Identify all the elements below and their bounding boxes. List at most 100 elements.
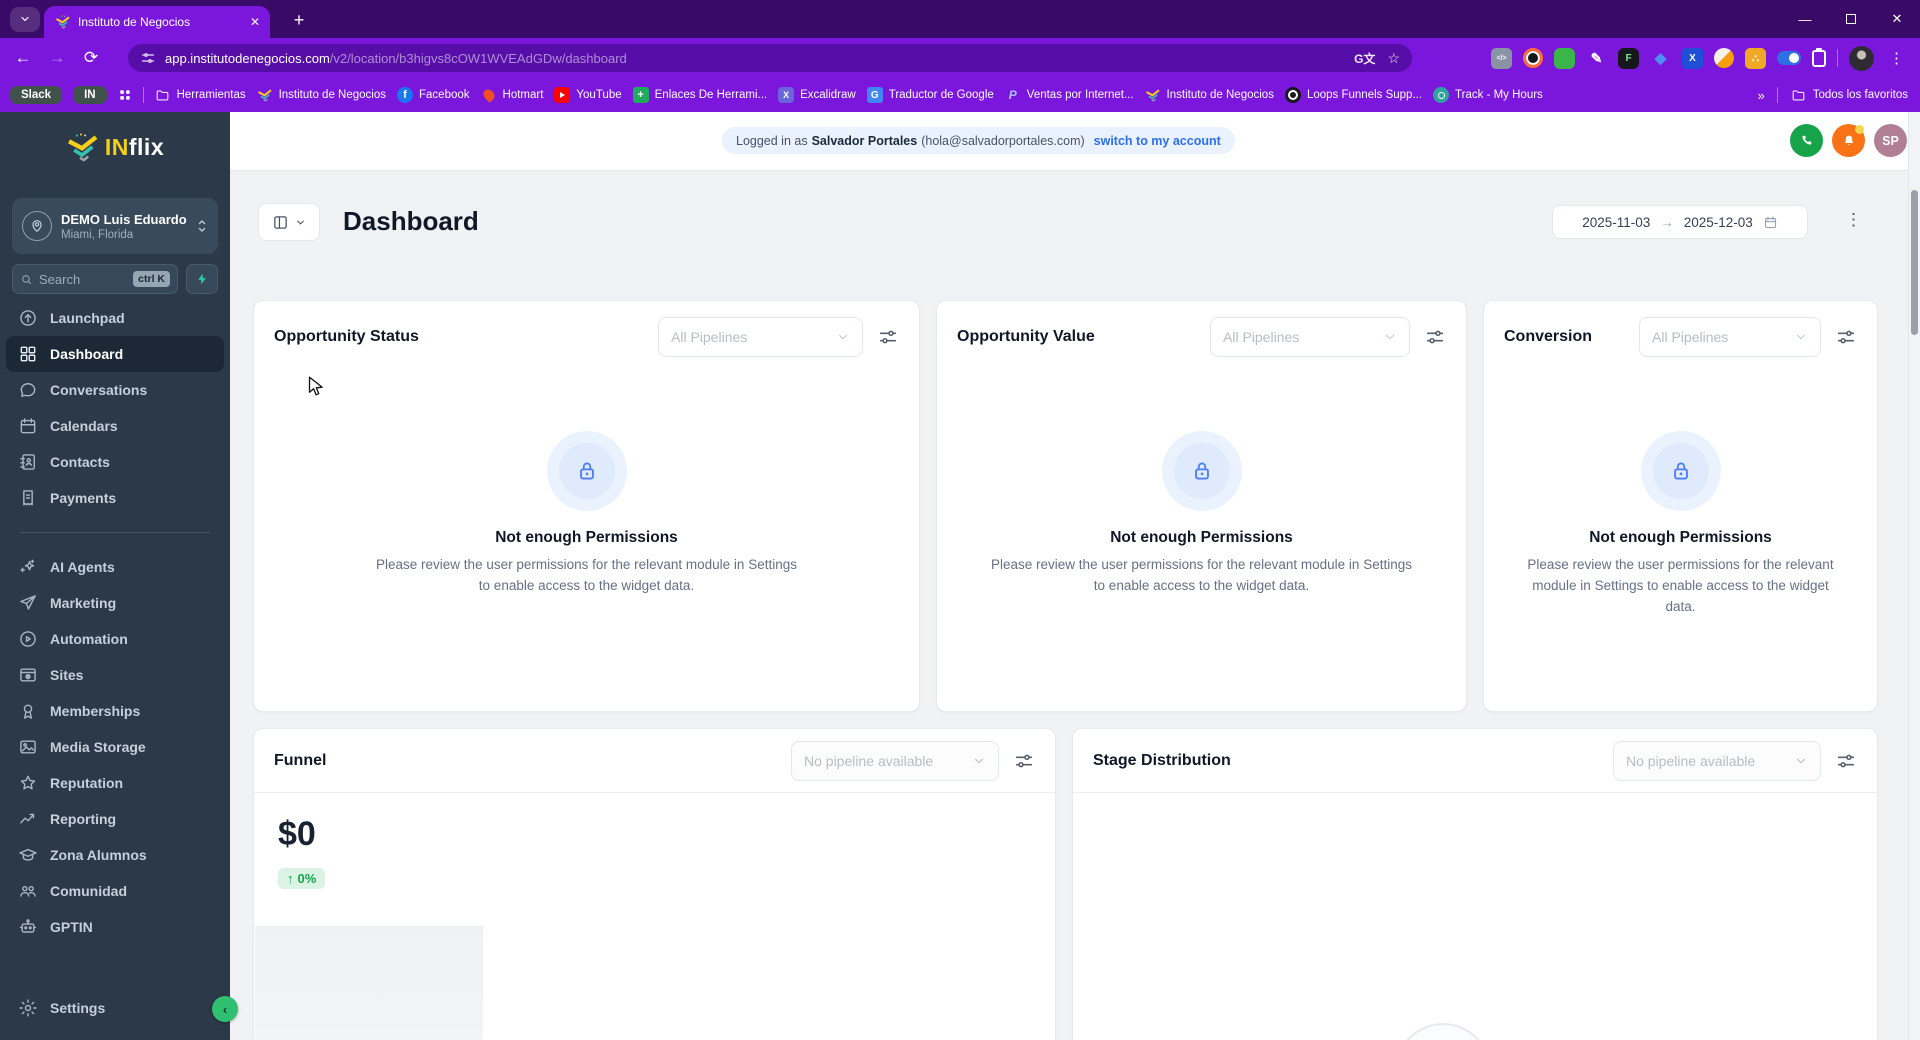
widget-settings-icon[interactable] <box>1835 750 1857 772</box>
extension-people-icon[interactable]: ∴ <box>1745 48 1766 69</box>
bookmark-item[interactable]: YouTube <box>554 87 621 103</box>
site-settings-icon[interactable] <box>140 50 156 66</box>
track-icon <box>1433 87 1449 103</box>
bookmark-star-icon[interactable]: ☆ <box>1387 50 1400 67</box>
extension-facet-icon[interactable]: F <box>1618 48 1639 69</box>
browser-menu-icon[interactable]: ⋮ <box>1885 49 1908 67</box>
sidebar-item-gptin[interactable]: GPTIN <box>6 909 224 945</box>
widget-settings-icon[interactable] <box>1013 750 1035 772</box>
sidebar-item-calendars[interactable]: Calendars <box>6 408 224 444</box>
extension-clipboard-icon[interactable] <box>1812 50 1826 67</box>
folder-icon <box>155 87 171 103</box>
browser-profile-avatar[interactable] <box>1849 46 1874 71</box>
lock-icon <box>1189 458 1215 484</box>
bookmark-item[interactable]: Loops Funnels Supp... <box>1285 87 1422 103</box>
notifications-button[interactable] <box>1832 124 1865 157</box>
window-close-button[interactable]: ✕ <box>1874 0 1920 38</box>
page-scrollbar[interactable] <box>1908 112 1920 1040</box>
sidebar-collapse-button[interactable]: ‹ <box>212 996 238 1022</box>
extension-wand-icon[interactable]: ✎ <box>1586 48 1607 69</box>
switch-account-link[interactable]: switch to my account <box>1094 134 1221 148</box>
sidebar-item-comunidad[interactable]: Comunidad <box>6 873 224 909</box>
widget-settings-icon[interactable] <box>877 326 899 348</box>
bookmarks-overflow-button[interactable]: » <box>1758 88 1764 103</box>
extension-toggle-icon[interactable] <box>1777 51 1801 65</box>
all-bookmarks-folder[interactable]: Todos los favoritos <box>1791 87 1908 103</box>
sidebar-item-settings[interactable]: Settings <box>6 990 224 1026</box>
extensions-area: </> ✎ F ◆ X ∴ ⋮ <box>1491 38 1908 78</box>
sidebar-item-marketing[interactable]: Marketing <box>6 585 224 621</box>
back-button[interactable]: ← <box>6 48 40 68</box>
phone-button[interactable] <box>1790 124 1823 157</box>
pipeline-select[interactable]: All Pipelines <box>1210 317 1410 357</box>
bookmark-item[interactable]: Herramientas <box>155 87 246 103</box>
quick-actions-button[interactable] <box>186 264 218 294</box>
bookmark-label: Excalidraw <box>800 89 856 101</box>
sidebar-item-media-storage[interactable]: Media Storage <box>6 729 224 765</box>
bookmark-item[interactable]: Instituto de Negocios <box>257 87 386 103</box>
widget-settings-icon[interactable] <box>1424 326 1446 348</box>
up-arrow-icon: ↑ <box>287 871 294 886</box>
forward-button[interactable]: → <box>40 48 74 68</box>
stage-pipeline-select[interactable]: No pipeline available <box>1613 741 1821 781</box>
bookmarks-bar: Slack IN Herramientas Instituto de Negocios… <box>0 78 1920 112</box>
bookmark-item[interactable]: GTraductor de Google <box>867 87 994 103</box>
extension-loom-icon[interactable] <box>1523 48 1543 68</box>
extension-xtool-icon[interactable]: X <box>1682 48 1703 69</box>
sidebar-item-payments[interactable]: Payments <box>6 480 224 516</box>
page-title: Dashboard <box>343 206 479 237</box>
bookmark-item[interactable]: Instituto de Negocios <box>1145 87 1274 103</box>
extension-persona-icon[interactable] <box>1714 48 1734 68</box>
translate-icon[interactable]: G文 <box>1354 50 1375 67</box>
extension-code-icon[interactable]: </> <box>1491 48 1512 69</box>
user-avatar[interactable]: SP <box>1874 124 1907 157</box>
chevron-down-icon <box>1794 754 1808 768</box>
sidebar-item-reputation[interactable]: Reputation <box>6 765 224 801</box>
extension-tag-icon[interactable]: ◆ <box>1650 48 1671 69</box>
extension-dino-icon[interactable] <box>1554 48 1575 69</box>
widget-settings-icon[interactable] <box>1835 326 1857 348</box>
bookmark-item[interactable]: +Enlaces De Herrami... <box>633 87 767 103</box>
window-minimize-button[interactable]: — <box>1782 0 1828 38</box>
bookmark-item[interactable]: Hotmart <box>481 87 544 103</box>
bookmark-item[interactable]: fFacebook <box>397 87 470 103</box>
date-start: 2025-11-03 <box>1582 215 1650 230</box>
new-tab-button[interactable]: + <box>286 7 312 33</box>
search-input[interactable]: Search ctrl K <box>12 264 178 294</box>
browser-tab[interactable]: Instituto de Negocios ✕ <box>44 6 270 38</box>
sidebar-item-dashboard[interactable]: Dashboard <box>6 336 224 372</box>
tab-group-chip-slack[interactable]: Slack <box>10 86 62 104</box>
sidebar-item-reporting[interactable]: Reporting <box>6 801 224 837</box>
account-switcher[interactable]: DEMO Luis Eduardo ... Miami, Florida <box>12 198 218 254</box>
address-bar[interactable]: app.institutodenegocios.com/v2/location/… <box>128 44 1412 72</box>
tab-search-button[interactable] <box>10 7 40 32</box>
settings-label: Settings <box>50 1000 105 1016</box>
sidebar-item-memberships[interactable]: Memberships <box>6 693 224 729</box>
permission-message: Not enough PermissionsPlease review the … <box>1484 373 1877 618</box>
tab-close-icon[interactable]: ✕ <box>250 15 260 29</box>
bookmark-item[interactable]: Track - My Hours <box>1433 87 1543 103</box>
dashboard-icon <box>18 344 38 364</box>
bookmark-label: Traductor de Google <box>889 89 994 101</box>
dashboard-view-selector[interactable] <box>258 203 320 241</box>
sidebar-item-launchpad[interactable]: Launchpad <box>6 300 224 336</box>
sidebar-item-automation[interactable]: Automation <box>6 621 224 657</box>
reload-button[interactable]: ⟳ <box>74 48 108 68</box>
sidebar-item-conversations[interactable]: Conversations <box>6 372 224 408</box>
bookmark-item[interactable]: XExcalidraw <box>778 87 856 103</box>
dashboard-menu-button[interactable]: ⋮ <box>1845 210 1862 230</box>
sidebar-item-contacts[interactable]: Contacts <box>6 444 224 480</box>
apps-grid-icon[interactable] <box>118 88 132 102</box>
sidebar-item-ai-agents[interactable]: AI Agents <box>6 549 224 585</box>
window-maximize-button[interactable] <box>1828 0 1874 38</box>
funnel-pipeline-select[interactable]: No pipeline available <box>791 741 999 781</box>
pipeline-select[interactable]: All Pipelines <box>1639 317 1821 357</box>
scrollbar-thumb[interactable] <box>1911 190 1918 335</box>
notification-badge <box>1855 125 1864 134</box>
sidebar-item-sites[interactable]: Sites <box>6 657 224 693</box>
tab-group-chip-in[interactable]: IN <box>73 86 107 104</box>
pipeline-select[interactable]: All Pipelines <box>658 317 863 357</box>
sidebar-item-zona-alumnos[interactable]: Zona Alumnos <box>6 837 224 873</box>
date-range-picker[interactable]: 2025-11-03 → 2025-12-03 <box>1552 205 1808 239</box>
bookmark-item[interactable]: PVentas por Internet... <box>1005 87 1134 103</box>
